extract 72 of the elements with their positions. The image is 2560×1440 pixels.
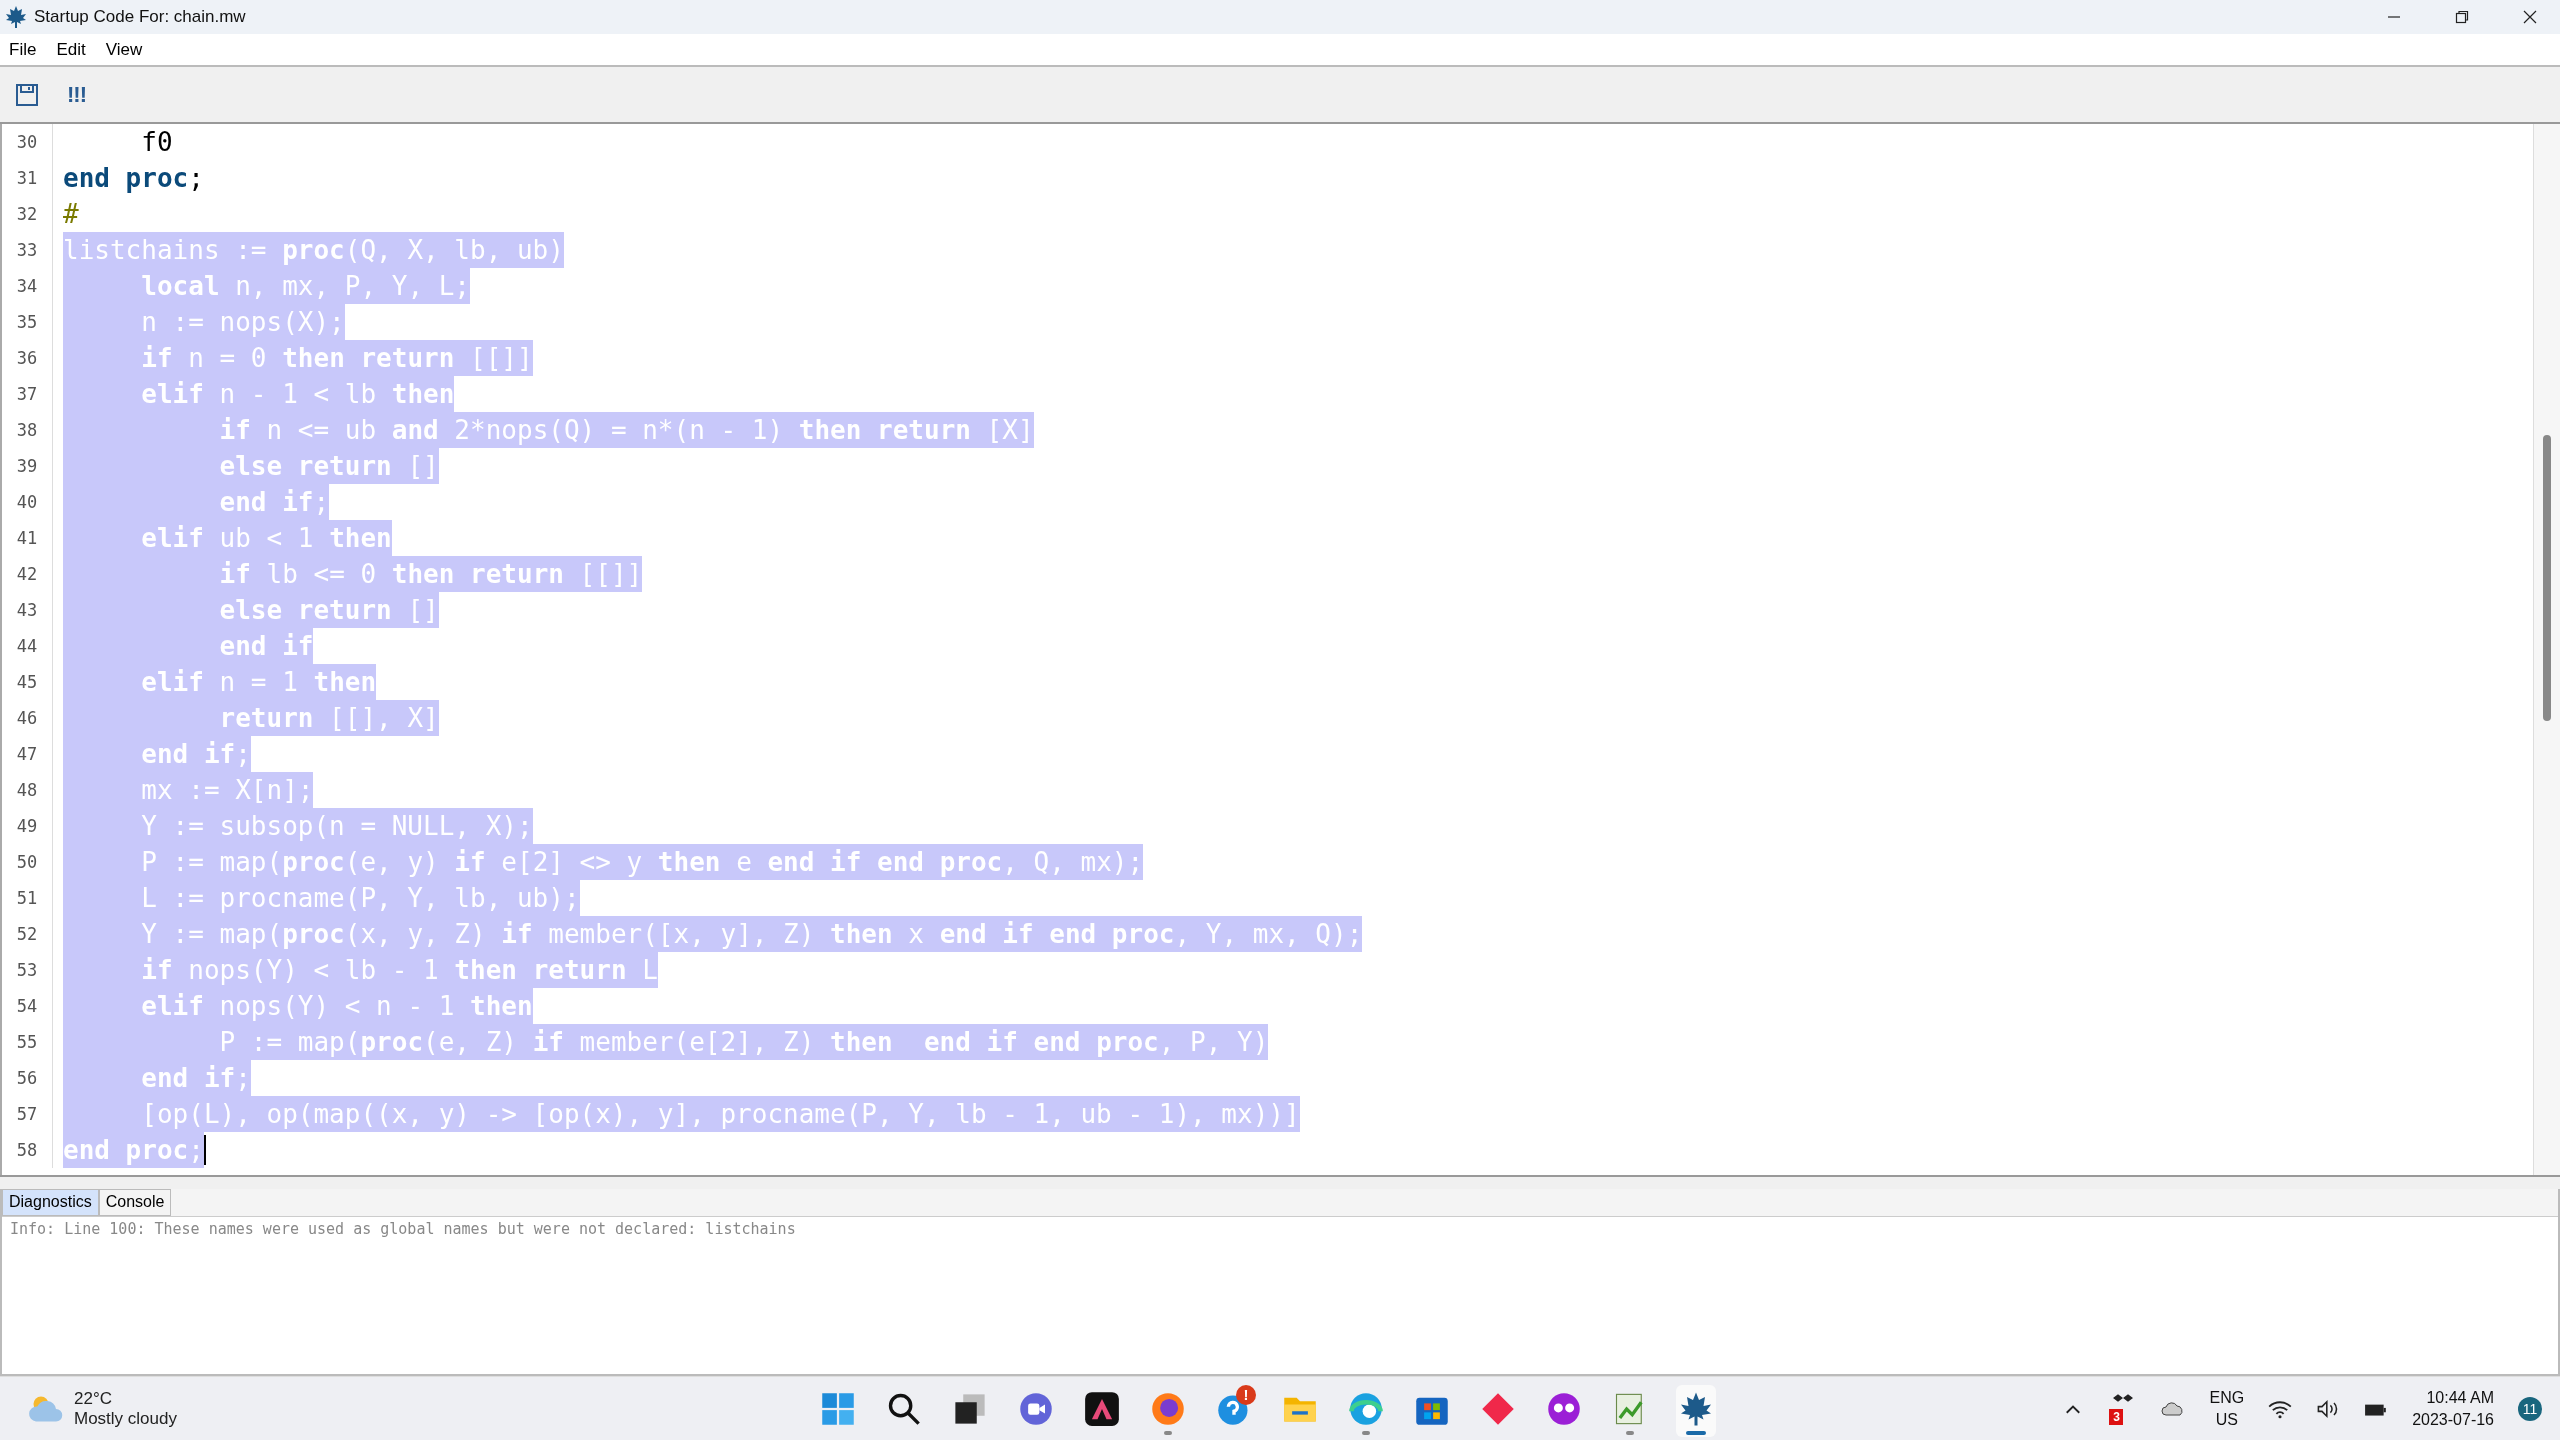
scrollbar-thumb[interactable] xyxy=(2543,435,2551,721)
panel-tab[interactable]: Console xyxy=(98,1189,172,1216)
line-number: 35 xyxy=(2,304,53,340)
code-line: # xyxy=(63,198,79,231)
line-number: 54 xyxy=(2,988,53,1024)
line-number: 41 xyxy=(2,520,53,556)
line-number: 46 xyxy=(2,700,53,736)
notification-badge: ! xyxy=(1236,1385,1256,1405)
line-number: 40 xyxy=(2,484,53,520)
menu-item[interactable]: Edit xyxy=(56,39,86,60)
maple-leaf-icon xyxy=(4,5,28,29)
running-indicator xyxy=(1164,1431,1172,1435)
restore-icon[interactable] xyxy=(2454,9,2470,25)
line-number: 42 xyxy=(2,556,53,592)
line-number: 50 xyxy=(2,844,53,880)
line-number: 34 xyxy=(2,268,53,304)
wifi-icon[interactable] xyxy=(2268,1398,2293,1419)
input-region[interactable]: US xyxy=(2215,1408,2238,1431)
diamond-icon[interactable] xyxy=(1480,1391,1516,1427)
line-number: 47 xyxy=(2,736,53,772)
line-number: 48 xyxy=(2,772,53,808)
code-line: f0 xyxy=(140,126,173,159)
line-number: 30 xyxy=(2,124,53,160)
diagnostic-message: Info: Line 100: These names were used as global names but were not declared: listchains xyxy=(10,1220,796,1238)
mask-icon[interactable] xyxy=(1546,1391,1582,1427)
running-indicator xyxy=(1626,1431,1634,1435)
windows-start-icon[interactable] xyxy=(820,1391,856,1427)
code-line: end proc; xyxy=(63,162,204,195)
clock-time[interactable]: 10:44 AM xyxy=(2426,1386,2494,1409)
line-number: 43 xyxy=(2,592,53,628)
line-number: 44 xyxy=(2,628,53,664)
video-chat-icon[interactable] xyxy=(1018,1391,1054,1427)
line-number: 37 xyxy=(2,376,53,412)
temperature: 22°C xyxy=(74,1388,113,1409)
line-number: 58 xyxy=(2,1132,53,1168)
taskbar-button[interactable] xyxy=(1676,1385,1716,1437)
search-icon[interactable] xyxy=(886,1391,922,1427)
execute-button[interactable]: !!! xyxy=(67,81,86,108)
line-number: 56 xyxy=(2,1060,53,1096)
menu-item[interactable]: File xyxy=(9,39,37,60)
line-number: 51 xyxy=(2,880,53,916)
panel-tab[interactable]: Diagnostics xyxy=(2,1189,99,1216)
notification-count[interactable]: 11 xyxy=(2518,1396,2542,1421)
line-number: 49 xyxy=(2,808,53,844)
weather-condition: Mostly cloudy xyxy=(74,1408,177,1429)
line-number: 45 xyxy=(2,664,53,700)
clock-date[interactable]: 2023-07-16 xyxy=(2412,1408,2494,1431)
close-icon[interactable] xyxy=(2522,9,2538,25)
line-number: 57 xyxy=(2,1096,53,1132)
line-number: 55 xyxy=(2,1024,53,1060)
maple-leaf-icon[interactable] xyxy=(1678,1391,1714,1427)
line-number: 32 xyxy=(2,196,53,232)
line-number: 33 xyxy=(2,232,53,268)
running-indicator xyxy=(1362,1431,1370,1435)
running-indicator xyxy=(1686,1431,1706,1435)
save-icon[interactable] xyxy=(15,82,39,107)
browser-icon[interactable] xyxy=(1348,1391,1384,1427)
triangle-app-icon[interactable] xyxy=(1084,1391,1120,1427)
line-number: 53 xyxy=(2,952,53,988)
window-title: Startup Code For: chain.mw xyxy=(34,7,246,27)
menu-item[interactable]: View xyxy=(105,39,143,60)
line-number: 39 xyxy=(2,448,53,484)
line-number: 52 xyxy=(2,916,53,952)
line-number: 36 xyxy=(2,340,53,376)
task-view-icon[interactable] xyxy=(952,1391,988,1427)
taskbar-button[interactable]: ! xyxy=(1214,1385,1254,1437)
scrollbar[interactable] xyxy=(2533,124,2560,1175)
input-language[interactable]: ENG xyxy=(2209,1386,2245,1409)
count-badge: 3 xyxy=(2109,1408,2124,1425)
line-number: 38 xyxy=(2,412,53,448)
browser-icon[interactable] xyxy=(1150,1391,1186,1427)
line-number: 31 xyxy=(2,160,53,196)
